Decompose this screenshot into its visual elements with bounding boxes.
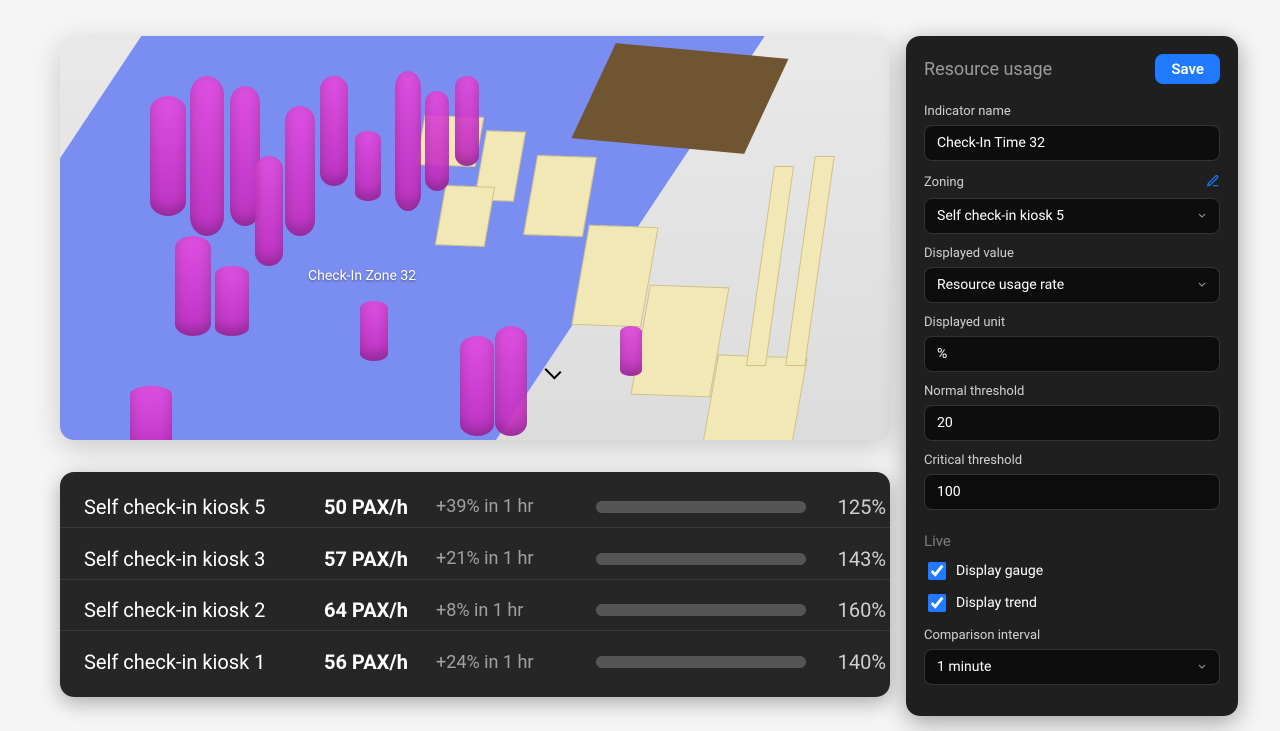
density-bar [425,91,449,191]
cursor-icon [548,364,560,382]
kiosk-rate: 56 PAX/h [324,650,436,674]
kiosk-name: Self check-in kiosk 2 [84,598,324,622]
density-bar [215,266,249,336]
kiosk-rate: 64 PAX/h [324,598,436,622]
display-trend-row: Display trend [924,590,1220,616]
normal-threshold-input[interactable] [924,405,1220,441]
field-displayed-unit: Displayed unit [924,315,1220,372]
kiosk-row[interactable]: Self check-in kiosk 156 PAX/h+24% in 1 h… [60,642,890,682]
indicator-name-input[interactable] [924,125,1220,161]
live-section-label: Live [924,532,1220,550]
kiosk-pct: 143% [826,547,886,571]
kiosk-pct: 140% [826,650,886,674]
kiosk-gauge [596,604,806,616]
density-bar [285,106,315,236]
displayed-value-select[interactable] [924,267,1220,303]
displayed-unit-input[interactable] [924,336,1220,372]
density-bar [620,326,642,376]
kiosk-rate: 50 PAX/h [324,495,436,519]
density-bar [395,71,421,211]
kiosk-gauge [596,656,806,668]
kiosk-list: Self check-in kiosk 550 PAX/h+39% in 1 h… [60,472,890,697]
display-gauge-checkbox[interactable] [928,562,946,580]
field-normal-threshold: Normal threshold [924,384,1220,441]
kiosk-name: Self check-in kiosk 3 [84,547,324,571]
panel-title: Resource usage [924,59,1052,80]
zone-label: Check-In Zone 32 [308,268,416,284]
density-bar [495,326,527,436]
kiosk-gauge [596,553,806,565]
comparison-interval-select[interactable] [924,649,1220,685]
field-comparison-interval: Comparison interval [924,628,1220,685]
3d-viewport[interactable]: Check-In Zone 32 [60,36,890,440]
density-bar [175,236,211,336]
field-indicator-name: Indicator name [924,104,1220,161]
density-bar [360,301,388,361]
kiosk-trend: +21% in 1 hr [436,548,576,569]
zoning-select[interactable] [924,198,1220,234]
kiosk-trend: +8% in 1 hr [436,600,576,621]
display-trend-checkbox[interactable] [928,594,946,612]
display-trend-label: Display trend [956,595,1037,611]
comparison-interval-label: Comparison interval [924,628,1220,643]
kiosk-gauge [596,501,806,513]
density-bar [455,76,479,166]
field-critical-threshold: Critical threshold [924,453,1220,510]
kiosk-rate: 57 PAX/h [324,547,436,571]
density-bar [150,96,186,216]
building-block [435,185,495,247]
critical-threshold-label: Critical threshold [924,453,1220,468]
normal-threshold-label: Normal threshold [924,384,1220,399]
density-bar [130,386,172,440]
density-bar [190,76,224,236]
kiosk-row[interactable]: Self check-in kiosk 357 PAX/h+21% in 1 h… [60,539,890,580]
kiosk-row[interactable]: Self check-in kiosk 550 PAX/h+39% in 1 h… [60,487,890,528]
kiosk-row[interactable]: Self check-in kiosk 264 PAX/h+8% in 1 hr… [60,590,890,631]
zoning-label: Zoning [924,175,964,190]
kiosk-name: Self check-in kiosk 5 [84,495,324,519]
kiosk-trend: +24% in 1 hr [436,652,576,673]
density-bar [320,76,348,186]
kiosk-pct: 160% [826,598,886,622]
settings-panel: Resource usage Save Indicator name Zonin… [906,36,1238,716]
field-zoning: Zoning [924,173,1220,234]
field-displayed-value: Displayed value [924,246,1220,303]
density-bar [255,156,283,266]
critical-threshold-input[interactable] [924,474,1220,510]
display-gauge-row: Display gauge [924,558,1220,584]
displayed-unit-label: Displayed unit [924,315,1220,330]
display-gauge-label: Display gauge [956,563,1043,579]
kiosk-trend: +39% in 1 hr [436,496,576,517]
building-block [702,354,807,440]
indicator-name-label: Indicator name [924,104,1220,119]
save-button[interactable]: Save [1155,54,1220,84]
density-bar [355,131,381,201]
kiosk-pct: 125% [826,495,886,519]
displayed-value-label: Displayed value [924,246,1220,261]
kiosk-name: Self check-in kiosk 1 [84,650,324,674]
edit-icon[interactable] [1206,173,1220,192]
density-bar [460,336,494,436]
